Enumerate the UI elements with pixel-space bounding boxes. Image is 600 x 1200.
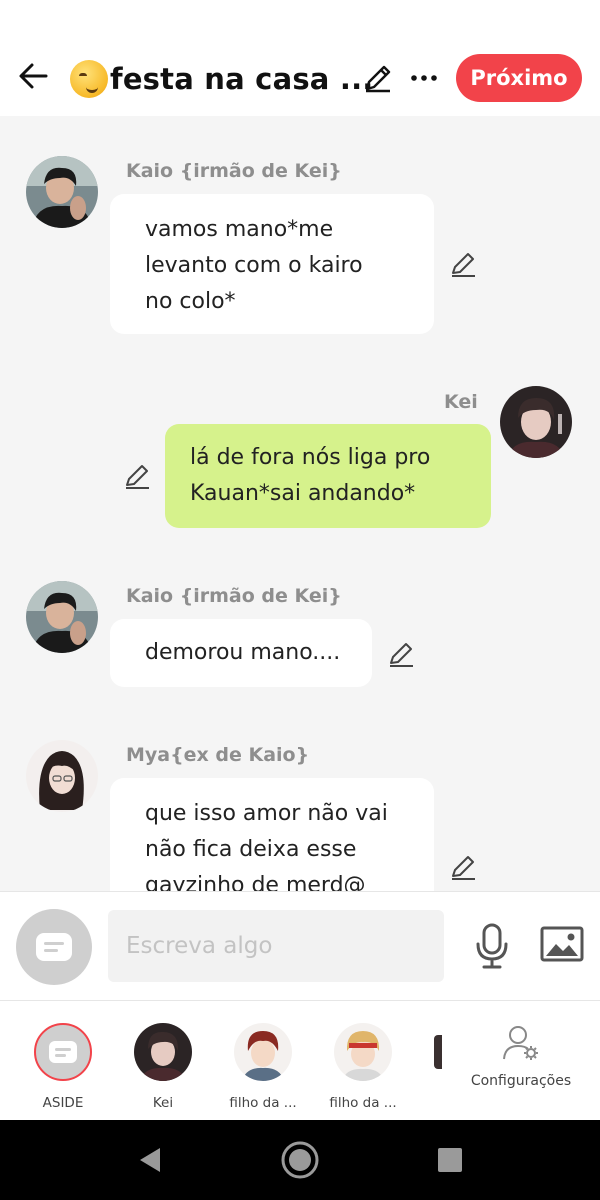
sender-name: Kei bbox=[444, 391, 478, 413]
sender-name: Kaio {irmão de Kei} bbox=[126, 585, 342, 607]
sender-name: Kaio {irmão de Kei} bbox=[126, 160, 342, 182]
partial-avatar[interactable] bbox=[434, 1035, 442, 1069]
edit-pencil-icon[interactable] bbox=[362, 62, 394, 94]
character-kei[interactable]: Kei bbox=[113, 1023, 213, 1111]
avatar-kei[interactable] bbox=[500, 386, 572, 458]
settings-label: Configurações bbox=[470, 1073, 572, 1089]
message-input[interactable] bbox=[108, 910, 444, 982]
character-label: ASIDE bbox=[42, 1095, 84, 1111]
edit-message-pencil-icon[interactable] bbox=[386, 639, 416, 669]
message-line: no colo* bbox=[145, 289, 236, 314]
nav-back-icon[interactable] bbox=[132, 1140, 172, 1180]
chat-header: festa na casa ... Próximo bbox=[0, 0, 600, 116]
character-label: filho da ... bbox=[229, 1095, 297, 1111]
message-bubble[interactable]: demorou mano.... bbox=[110, 619, 372, 687]
next-button[interactable]: Próximo bbox=[456, 54, 582, 102]
story-title: festa na casa ... bbox=[110, 62, 374, 96]
message-line: demorou mano.... bbox=[145, 640, 341, 665]
message-line: levanto com o kairo bbox=[145, 253, 363, 278]
avatar bbox=[134, 1023, 192, 1081]
settings-button[interactable]: Configurações bbox=[466, 1023, 576, 1089]
sender-name: Mya{ex de Kaio} bbox=[126, 744, 310, 766]
message-bubble-own[interactable]: lá de fora nós liga pro Kauan*sai andand… bbox=[165, 424, 491, 528]
avatar-kaio[interactable] bbox=[26, 581, 98, 653]
message-bubble[interactable]: que isso amor não vai não fica deixa ess… bbox=[110, 778, 434, 891]
character-filho-2[interactable]: filho da ... bbox=[313, 1023, 413, 1111]
avatar bbox=[334, 1023, 392, 1081]
message-line: Kauan*sai andando* bbox=[190, 481, 416, 506]
chat-area[interactable]: Kaio {irmão de Kei} vamos mano*me levant… bbox=[0, 116, 600, 891]
message-bubble[interactable]: vamos mano*me levanto com o kairo no col… bbox=[110, 194, 434, 334]
character-bar: ASIDE Kei filho da ... filho da ... Conf… bbox=[0, 1001, 600, 1120]
microphone-icon[interactable] bbox=[472, 922, 512, 970]
character-label: Kei bbox=[152, 1095, 174, 1111]
smirk-emoji-icon bbox=[70, 60, 108, 98]
edit-message-pencil-icon[interactable] bbox=[122, 461, 152, 491]
avatar-mya[interactable] bbox=[26, 740, 98, 812]
image-icon[interactable] bbox=[540, 924, 584, 964]
composer-bar bbox=[0, 891, 600, 1001]
more-options-icon[interactable] bbox=[408, 62, 440, 94]
edit-message-pencil-icon[interactable] bbox=[448, 249, 478, 279]
message-line: que isso amor não vai bbox=[145, 801, 388, 826]
nav-home-icon[interactable] bbox=[280, 1140, 320, 1180]
page-title: festa na casa ... bbox=[70, 58, 374, 100]
character-label: filho da ... bbox=[329, 1095, 397, 1111]
nav-recents-icon[interactable] bbox=[430, 1140, 470, 1180]
user-settings-icon bbox=[503, 1026, 538, 1060]
character-filho-1[interactable]: filho da ... bbox=[213, 1023, 313, 1111]
avatar-kaio[interactable] bbox=[26, 156, 98, 228]
message-line: lá de fora nós liga pro bbox=[190, 445, 431, 470]
edit-message-pencil-icon[interactable] bbox=[448, 852, 478, 882]
message-line: não fica deixa esse bbox=[145, 837, 357, 862]
back-arrow-icon[interactable] bbox=[16, 58, 52, 94]
message-line: vamos mano*me bbox=[145, 217, 334, 242]
aside-avatar bbox=[34, 1023, 92, 1081]
system-nav-bar bbox=[0, 1120, 600, 1200]
chat-bubble-icon bbox=[36, 933, 72, 961]
character-aside[interactable]: ASIDE bbox=[13, 1023, 113, 1111]
chat-bubble-icon bbox=[49, 1041, 77, 1063]
avatar bbox=[234, 1023, 292, 1081]
message-line: gayzinho de merd@ bbox=[145, 873, 366, 891]
aside-toggle-button[interactable] bbox=[16, 909, 92, 985]
